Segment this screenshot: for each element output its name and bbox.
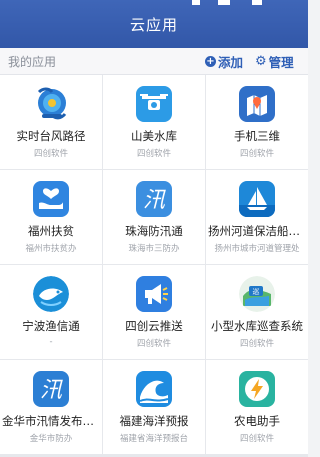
plus-icon: + bbox=[205, 56, 216, 67]
sailboat-icon bbox=[239, 181, 275, 217]
app-org: 福建省海洋预报台 bbox=[119, 434, 188, 444]
gear-icon: ⚙ bbox=[255, 54, 267, 69]
app-tile[interactable]: 山美水库 四创软件 bbox=[103, 75, 205, 169]
app-name: 实时台风路径 bbox=[16, 129, 86, 143]
app-org: 四创软件 bbox=[239, 339, 274, 349]
fish-icon bbox=[33, 276, 69, 312]
app-org: 金华市防办 bbox=[29, 434, 73, 444]
app-grid: 实时台风路径 四创软件 山美水库 四创软件 手机三维 四创软件 福州扶贫 福州市… bbox=[0, 75, 308, 454]
lightning-icon bbox=[239, 371, 275, 407]
app-name: 小型水库巡查系统 bbox=[211, 319, 303, 333]
app-tile[interactable]: 实时台风路径 四创软件 bbox=[0, 75, 102, 169]
flood-icon: 汛 bbox=[136, 181, 172, 217]
app-tile[interactable]: 汛 珠海防汛通 珠海市三防办 bbox=[103, 170, 205, 264]
app-name: 农电助手 bbox=[234, 414, 280, 428]
wave-icon bbox=[136, 371, 172, 407]
app-tile[interactable]: 手机三维 四创软件 bbox=[206, 75, 308, 169]
app-tile[interactable]: 农电助手 四创软件 bbox=[206, 360, 308, 454]
app-name: 宁波渔信通 bbox=[22, 319, 80, 333]
app-org: 福州市扶贫办 bbox=[25, 244, 77, 254]
svg-text:汛: 汛 bbox=[143, 188, 166, 213]
app-name: 扬州河道保洁船只管... bbox=[208, 224, 306, 238]
app-org: 四创软件 bbox=[239, 149, 274, 159]
manage-button[interactable]: ⚙ 管理 bbox=[255, 52, 294, 71]
page-title: 云应用 bbox=[129, 16, 178, 34]
app-org: 四创软件 bbox=[136, 149, 171, 159]
app-tile[interactable]: 福建海洋预报 福建省海洋预报台 bbox=[103, 360, 205, 454]
flood-icon: 汛 bbox=[33, 371, 69, 407]
add-button[interactable]: + 添加 bbox=[205, 52, 243, 71]
my-apps-bar: 我的应用 + 添加 ⚙ 管理 bbox=[0, 48, 308, 75]
app-name: 山美水库 bbox=[131, 129, 177, 143]
typhoon-icon bbox=[33, 86, 69, 122]
app-org: 四创软件 bbox=[33, 149, 68, 159]
app-name: 珠海防汛通 bbox=[125, 224, 183, 238]
app-org: 珠海市三防办 bbox=[128, 244, 180, 254]
add-label: 添加 bbox=[218, 55, 244, 70]
reservoir-icon: 巡 bbox=[239, 276, 275, 312]
app-tile[interactable]: 福州扶贫 福州市扶贫办 bbox=[0, 170, 102, 264]
app-org: - bbox=[49, 337, 53, 347]
app-tile[interactable]: 宁波渔信通 - bbox=[0, 265, 102, 359]
app-name: 福建海洋预报 bbox=[119, 414, 189, 428]
app-header: 云应用 bbox=[0, 0, 308, 48]
app-org: 四创软件 bbox=[239, 434, 274, 444]
drone-icon bbox=[136, 86, 172, 122]
svg-text:汛: 汛 bbox=[40, 378, 63, 403]
app-name: 福州扶贫 bbox=[28, 224, 74, 238]
section-label: 我的应用 bbox=[8, 55, 57, 69]
app-tile[interactable]: 四创云推送 四创软件 bbox=[103, 265, 205, 359]
status-bar-fragment bbox=[190, 0, 280, 6]
megaphone-icon bbox=[136, 276, 172, 312]
app-tile[interactable]: 扬州河道保洁船只管... 扬州市城市河道管理处 bbox=[206, 170, 308, 264]
app-org: 扬州市城市河道管理处 bbox=[214, 244, 300, 254]
manage-label: 管理 bbox=[268, 55, 294, 70]
app-org: 四创软件 bbox=[136, 339, 171, 349]
map-pin-icon bbox=[239, 86, 275, 122]
svg-text:巡: 巡 bbox=[253, 287, 260, 296]
app-name: 手机三维 bbox=[234, 129, 280, 143]
app-tile[interactable]: 巡 小型水库巡查系统 四创软件 bbox=[206, 265, 308, 359]
app-name: 金华市汛情发布系统 bbox=[2, 414, 100, 428]
heart-hand-icon bbox=[33, 181, 69, 217]
app-tile[interactable]: 汛 金华市汛情发布系统 金华市防办 bbox=[0, 360, 102, 454]
app-name: 四创云推送 bbox=[125, 319, 183, 333]
